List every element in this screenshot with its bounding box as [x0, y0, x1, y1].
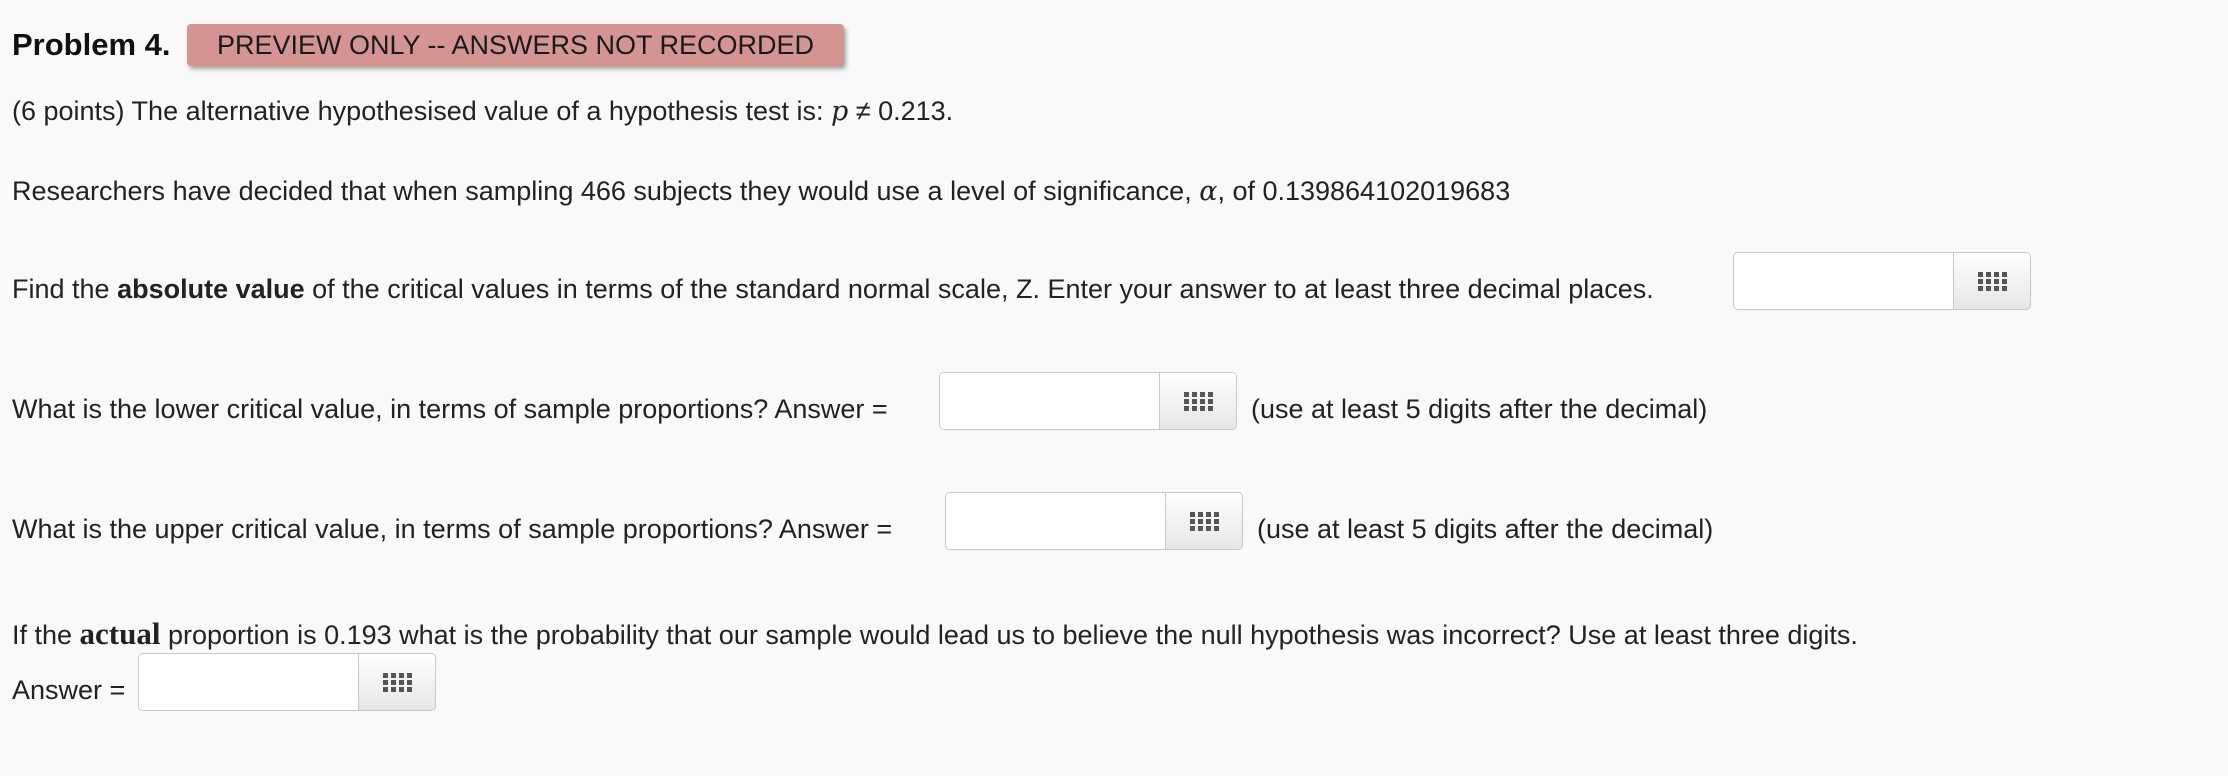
grid-keypad-icon — [1183, 391, 1213, 411]
q2-answer-group — [939, 372, 1237, 430]
grid-keypad-icon — [1977, 271, 2007, 291]
q3-answer-input[interactable] — [946, 493, 1165, 549]
q4-prefix: If the — [12, 620, 80, 650]
q1-prefix: Find the — [12, 274, 118, 304]
q4-bold: actual — [79, 616, 161, 651]
q1-keypad-button[interactable] — [1953, 253, 2030, 309]
q1-bold: absolute value — [117, 274, 305, 304]
q2-answer-input[interactable] — [940, 373, 1159, 429]
preview-badge: PREVIEW ONLY -- ANSWERS NOT RECORDED — [187, 24, 844, 66]
intro-op: ≠ — [848, 96, 879, 126]
q4-answer-label: Answer = — [12, 675, 126, 705]
researchers-text: Researchers have decided that when sampl… — [12, 176, 1200, 206]
q1-suffix: of the critical values in terms of the s… — [304, 274, 1654, 304]
q3-answer-group — [945, 492, 1243, 550]
intro-value: 0.213. — [878, 96, 954, 126]
researchers-line: Researchers have decided that when sampl… — [12, 176, 1510, 207]
q4-suffix: proportion is 0.193 what is the probabil… — [160, 620, 1858, 650]
q4-answer-group — [138, 653, 436, 711]
q1-line: Find the absolute value of the critical … — [12, 274, 1654, 305]
grid-keypad-icon — [382, 672, 412, 692]
q2-keypad-button[interactable] — [1159, 373, 1236, 429]
q2-hint: (use at least 5 digits after the decimal… — [1251, 394, 1708, 424]
q1-answer-group — [1733, 252, 2031, 310]
q4-keypad-button[interactable] — [358, 654, 435, 710]
q4-answer-input[interactable] — [139, 654, 358, 710]
q3-keypad-button[interactable] — [1165, 493, 1242, 549]
intro-var: p — [830, 96, 849, 127]
researchers-suffix: , of 0.139864102019683 — [1217, 176, 1511, 206]
intro-text: (6 points) The alternative hypothesised … — [12, 96, 831, 126]
q3-text: What is the upper critical value, in ter… — [12, 514, 893, 544]
grid-keypad-icon — [1189, 511, 1219, 531]
q4-line: If the actual proportion is 0.193 what i… — [12, 616, 1858, 652]
q3-hint: (use at least 5 digits after the decimal… — [1257, 514, 1714, 544]
q1-answer-input[interactable] — [1734, 253, 1953, 309]
intro-line: (6 points) The alternative hypothesised … — [12, 96, 953, 127]
problem-title: Problem 4. — [12, 27, 171, 62]
alpha-symbol: α — [1199, 176, 1218, 207]
q2-text: What is the lower critical value, in ter… — [12, 394, 888, 424]
